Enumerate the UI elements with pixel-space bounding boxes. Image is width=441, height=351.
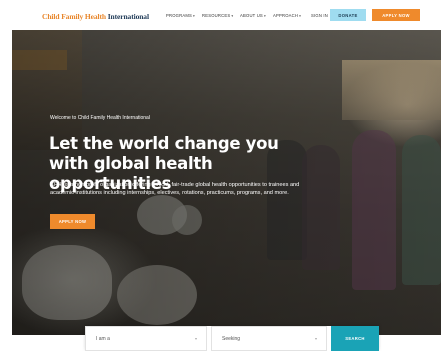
- hero-apply-now-button[interactable]: APPLY NOW: [50, 214, 95, 229]
- hero-description: CFHI is a non-profit organization offeri…: [50, 182, 300, 197]
- chevron-down-icon: ▾: [299, 14, 302, 18]
- site-logo[interactable]: Child Family Health International: [42, 12, 149, 21]
- chevron-down-icon: ▾: [231, 14, 234, 18]
- nav-item-resources[interactable]: RESOURCES▾: [202, 13, 233, 18]
- nav-item-sign-in[interactable]: SIGN IN: [311, 13, 328, 18]
- nav-item-label: ABOUT US: [240, 13, 263, 18]
- nav-item-approach[interactable]: APPROACH▾: [273, 13, 301, 18]
- nav-item-label: APPROACH: [273, 13, 299, 18]
- seeking-select[interactable]: Seeking ▾: [211, 326, 327, 351]
- nav-item-label: PROGRAMS: [166, 13, 193, 18]
- chevron-down-icon: ▾: [263, 14, 266, 18]
- nav-item-programs[interactable]: PROGRAMS▾: [166, 13, 195, 18]
- donate-button[interactable]: DONATE: [330, 9, 366, 21]
- chevron-down-icon: ▾: [193, 14, 195, 18]
- program-search-bar: I am a ▾ Seeking ▾ SEARCH: [85, 326, 379, 351]
- site-header: Child Family Health International PROGRA…: [0, 0, 441, 30]
- nav-item-about-us[interactable]: ABOUT US▾: [240, 13, 266, 18]
- hero-eyebrow: Welcome to Child Family Health Internati…: [50, 115, 150, 121]
- chevron-down-icon: ▾: [314, 336, 317, 341]
- seeking-select-value: Seeking: [222, 335, 241, 342]
- role-select[interactable]: I am a ▾: [85, 326, 207, 351]
- apply-now-button[interactable]: APPLY NOW: [372, 9, 420, 21]
- search-button[interactable]: SEARCH: [331, 326, 379, 351]
- hero-section: Welcome to Child Family Health Internati…: [12, 30, 441, 335]
- chevron-down-icon: ▾: [194, 336, 197, 341]
- nav-item-label: RESOURCES: [202, 13, 231, 18]
- logo-text-part2: International: [107, 12, 149, 21]
- nav-item-label: SIGN IN: [311, 13, 328, 18]
- logo-text-part1: Child Family Health: [42, 12, 106, 21]
- role-select-value: I am a: [96, 335, 110, 342]
